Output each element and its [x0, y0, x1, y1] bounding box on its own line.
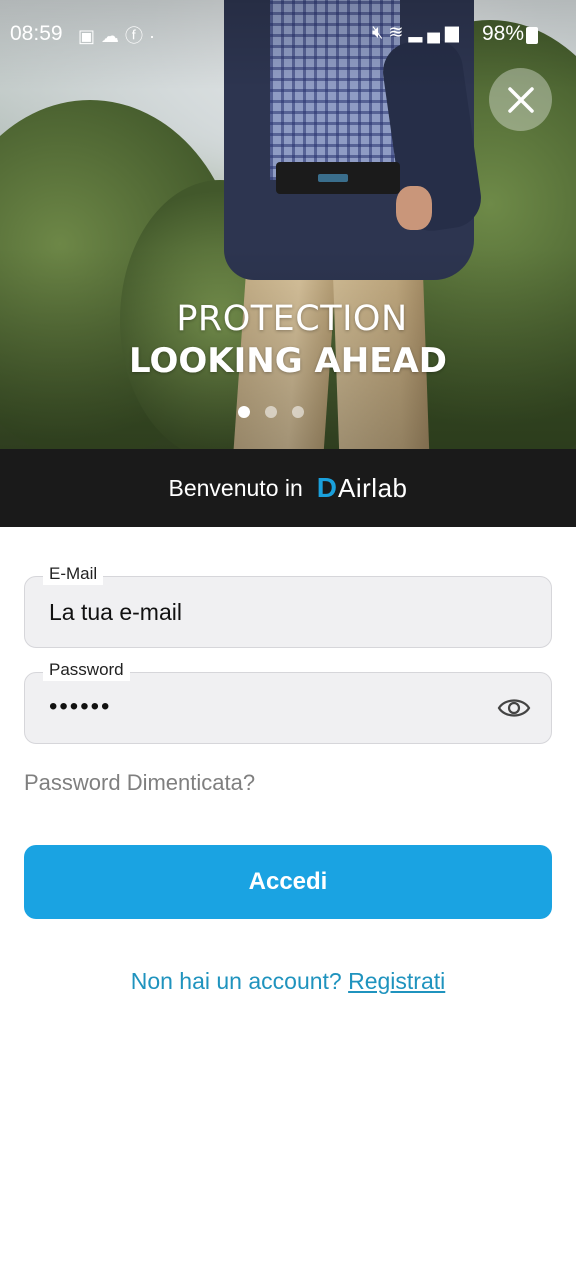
hero-banner[interactable]: PROTECTION LOOKING AHEAD	[0, 0, 576, 449]
hero-title-line1: PROTECTION	[176, 299, 408, 339]
login-button[interactable]: Accedi	[24, 845, 552, 919]
status-bar: 08:59 ▣☁ⓕ· 🔇︎≋▂▄▆ 98%	[0, 18, 576, 52]
close-button[interactable]	[489, 68, 552, 131]
carousel-indicator	[238, 406, 304, 418]
mute-icon: 🔇︎	[372, 22, 389, 42]
hero-title: PROTECTION LOOKING AHEAD	[0, 298, 576, 382]
brand-logo-mark: D	[316, 472, 338, 503]
battery-icon	[526, 27, 538, 44]
hero-title-line2: LOOKING AHEAD	[129, 341, 447, 381]
password-value[interactable]: ••••••	[49, 693, 111, 721]
dot-icon: ·	[149, 26, 162, 46]
facebook-icon: ⓕ	[125, 26, 150, 46]
close-icon	[507, 86, 534, 113]
notification-icons: ▣☁ⓕ·	[78, 22, 161, 48]
welcome-bar: Benvenuto in D Airlab	[0, 449, 576, 527]
battery-percent: 98%	[481, 22, 524, 45]
show-password-icon[interactable]	[497, 693, 531, 723]
welcome-text: Benvenuto in	[168, 474, 303, 501]
image-icon: ▣	[78, 26, 102, 46]
register-link[interactable]: Registrati	[348, 968, 445, 994]
email-field[interactable]: E-Mail La tua e-mail	[24, 563, 552, 648]
cloud-icon: ☁	[101, 26, 126, 46]
email-label: E-Mail	[43, 563, 104, 585]
carousel-dot-active[interactable]	[238, 406, 250, 418]
brand-logo: D Airlab	[317, 472, 408, 504]
signal-icon: ▂▄▆	[408, 22, 464, 42]
email-placeholder[interactable]: La tua e-mail	[49, 599, 182, 626]
register-prompt: Non hai un account? Registrati	[0, 968, 576, 995]
wifi-icon: ≋	[388, 22, 409, 42]
no-account-text: Non hai un account?	[130, 968, 342, 994]
status-time: 08:59	[10, 22, 63, 45]
system-icons: 🔇︎≋▂▄▆	[372, 22, 464, 43]
carousel-dot[interactable]	[292, 406, 304, 418]
password-field[interactable]: Password ••••••	[24, 659, 552, 744]
password-label: Password	[43, 659, 130, 681]
forgot-password-link[interactable]: Password Dimenticata?	[24, 770, 255, 796]
carousel-dot[interactable]	[265, 406, 277, 418]
brand-logo-name: Airlab	[338, 472, 408, 503]
